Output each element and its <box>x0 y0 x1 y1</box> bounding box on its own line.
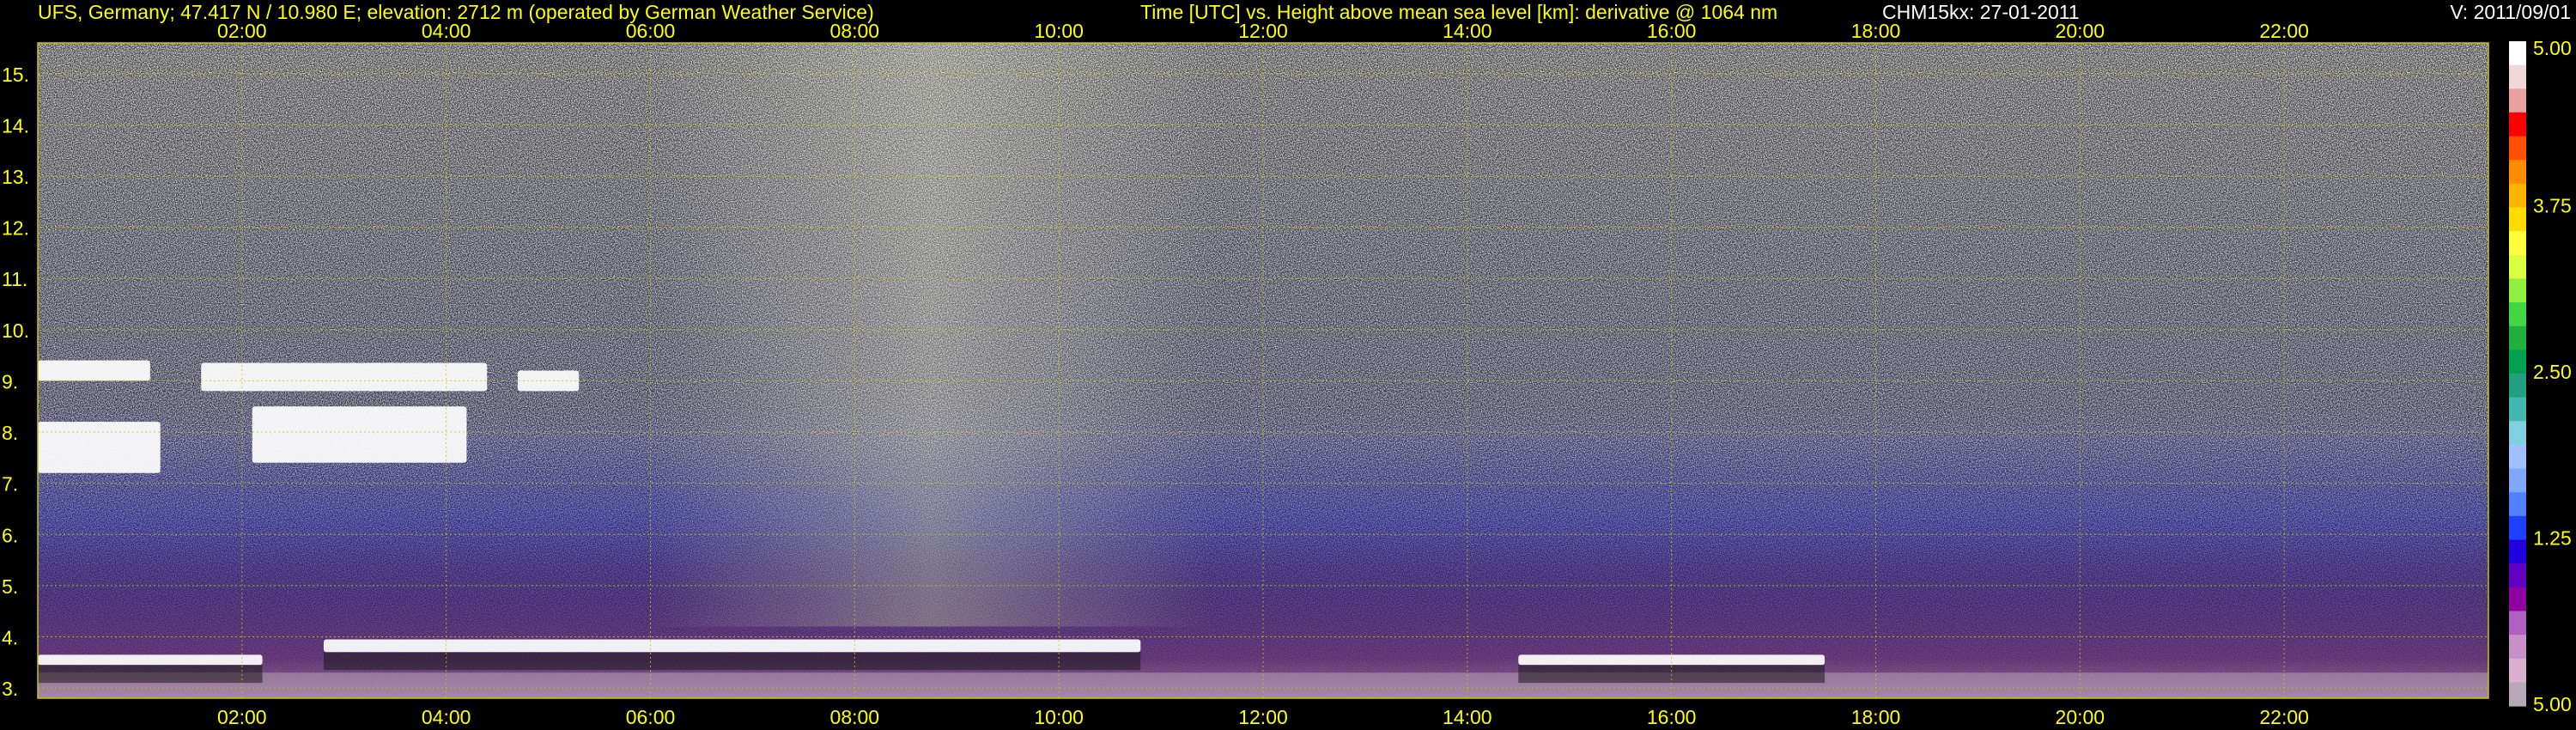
x-tick-label-bottom: 02:00 <box>217 706 267 728</box>
x-tick-label-bottom: 20:00 <box>2056 706 2105 728</box>
x-tick-label-bottom: 18:00 <box>1851 706 1901 728</box>
cloud-layer-7 <box>517 370 580 392</box>
colorbar-segment <box>2509 611 2526 636</box>
colorbar-tick-label: 5.00 <box>2533 693 2572 715</box>
colorbar-segment <box>2509 468 2526 493</box>
x-tick-label-top: 06:00 <box>626 20 676 42</box>
y-axis: 3. 4. 5. 6. 7. 8. 9. 10. 11. 12. 13. 14. 15. <box>2 64 29 700</box>
cloud-layer-2 <box>1518 654 1826 666</box>
x-tick-label-bottom: 10:00 <box>1034 706 1084 728</box>
cloud-layer-3 <box>38 422 161 473</box>
colorbar-segment <box>2509 207 2526 232</box>
colorbar-segment <box>2509 421 2526 446</box>
cloud-layer-0 <box>38 654 263 666</box>
y-tick-label: 13. <box>2 166 29 188</box>
colorbar-segment <box>2509 587 2526 612</box>
x-tick-label-top: 04:00 <box>422 20 471 42</box>
colorbar-segment <box>2509 41 2526 66</box>
colorbar-segment <box>2509 563 2526 588</box>
y-tick-label: 4. <box>2 626 18 648</box>
colorbar-segment <box>2509 278 2526 303</box>
colorbar-segment <box>2509 350 2526 374</box>
colorbar-segment <box>2509 88 2526 113</box>
y-tick-label: 11. <box>2 268 27 290</box>
x-axis-bottom: 02:00 04:00 06:00 08:00 10:00 12:00 14:00 16:00… <box>217 706 2309 728</box>
colorbar-tick-label: 2.50 <box>2533 361 2572 383</box>
colorbar-segment <box>2509 64 2526 89</box>
boundary-layer <box>38 672 2488 698</box>
colorbar-segment <box>2509 492 2526 517</box>
x-tick-label-bottom: 12:00 <box>1238 706 1288 728</box>
cloud-layer-shadow-1 <box>323 652 1141 671</box>
y-tick-label: 3. <box>2 678 18 700</box>
x-tick-label-top: 18:00 <box>1851 20 1901 42</box>
x-tick-label-bottom: 06:00 <box>626 706 676 728</box>
x-tick-label-bottom: 16:00 <box>1647 706 1697 728</box>
x-axis-top: 02:00 04:00 06:00 08:00 10:00 12:00 14:00 16:00… <box>217 20 2309 42</box>
cloud-layer-6 <box>252 406 467 463</box>
colorbar-segment <box>2509 374 2526 398</box>
colorbar-tick-label: 5.00 <box>2533 37 2572 59</box>
colorbar-segment <box>2509 160 2526 185</box>
ceilometer-chart: 02:00 04:00 06:00 08:00 10:00 12:00 14:00 16:00… <box>2 20 2572 728</box>
y-tick-label: 6. <box>2 524 18 546</box>
colorbar-tick-label: 1.25 <box>2533 527 2572 550</box>
cloud-layer-4 <box>38 360 150 381</box>
y-tick-label: 14. <box>2 114 29 137</box>
colorbar-segment <box>2509 444 2526 470</box>
colorbar-segment <box>2509 539 2526 564</box>
colorbar-segment <box>2509 183 2526 209</box>
x-tick-label-top: 16:00 <box>1647 20 1697 42</box>
colorbar-segment <box>2509 397 2526 422</box>
y-tick-label: 12. <box>2 217 29 240</box>
colorbar-segment <box>2509 682 2526 707</box>
y-tick-label: 5. <box>2 575 18 598</box>
y-tick-label: 15. <box>2 64 29 86</box>
colorbar-segment <box>2509 302 2526 327</box>
x-tick-label-bottom: 14:00 <box>1443 706 1492 728</box>
colorbar-segment <box>2509 112 2526 137</box>
x-tick-label-bottom: 04:00 <box>422 706 471 728</box>
y-tick-label: 8. <box>2 422 18 444</box>
colorbar-tick-label: 3.75 <box>2533 195 2572 217</box>
colorbar-segment <box>2509 136 2526 161</box>
cloud-layer-shadow-0 <box>38 665 263 684</box>
cloud-layer-5 <box>201 362 488 392</box>
colorbar-segment <box>2509 658 2526 683</box>
x-tick-label-top: 08:00 <box>830 20 880 42</box>
x-tick-label-top: 20:00 <box>2056 20 2105 42</box>
colorbar-segment <box>2509 515 2526 541</box>
colorbar: 5.00 3.75 2.50 1.25 5.00 <box>2509 37 2572 715</box>
x-tick-label-top: 02:00 <box>217 20 267 42</box>
x-tick-label-top: 10:00 <box>1034 20 1084 42</box>
x-tick-label-top: 14:00 <box>1443 20 1492 42</box>
y-tick-label: 9. <box>2 370 18 392</box>
x-tick-label-top: 22:00 <box>2259 20 2309 42</box>
colorbar-segment <box>2509 635 2526 660</box>
x-tick-label-bottom: 22:00 <box>2259 706 2309 728</box>
y-tick-label: 7. <box>2 473 18 496</box>
x-tick-label-top: 12:00 <box>1238 20 1288 42</box>
x-tick-label-bottom: 08:00 <box>830 706 880 728</box>
colorbar-segment <box>2509 325 2526 350</box>
colorbar-segment <box>2509 231 2526 256</box>
y-tick-label: 10. <box>2 319 29 342</box>
colorbar-segment <box>2509 254 2526 280</box>
